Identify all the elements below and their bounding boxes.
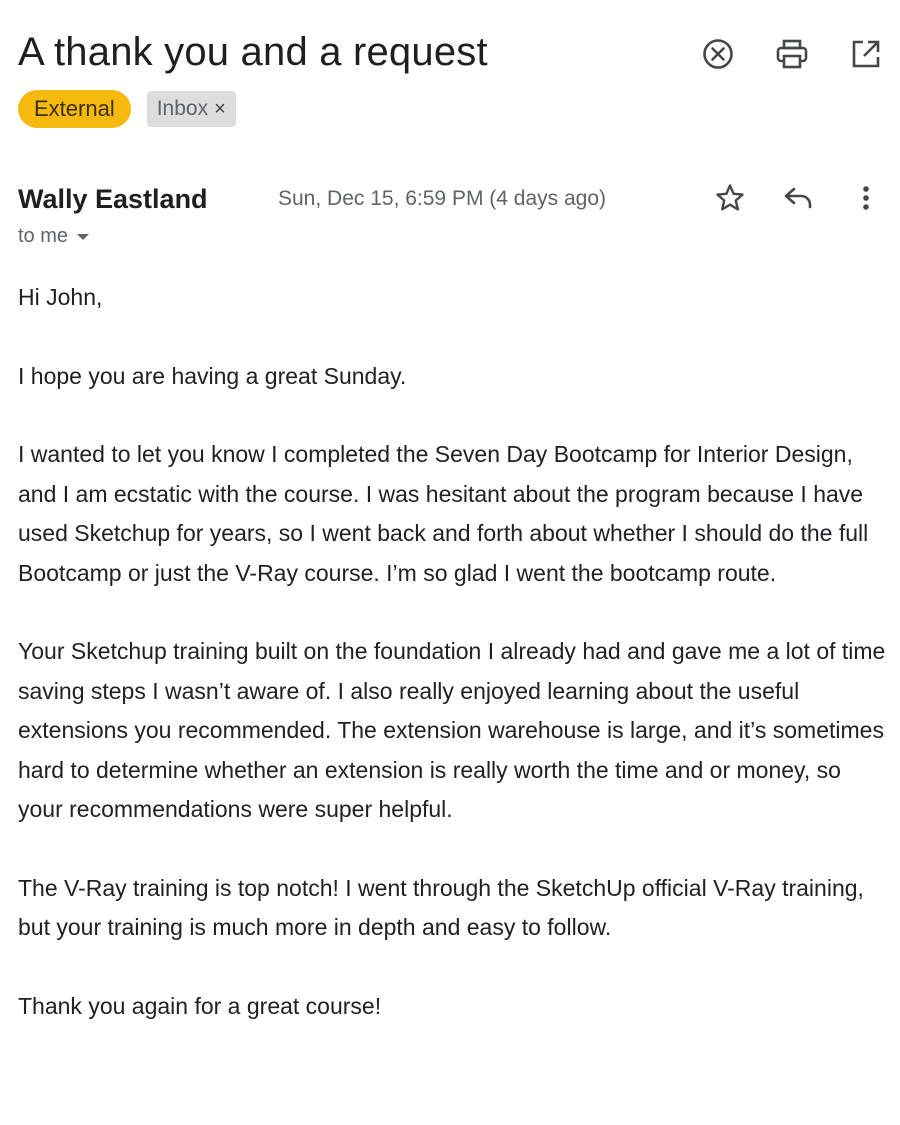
body-closing: Thank you again for a great course! (18, 992, 382, 1019)
message-actions (710, 180, 886, 216)
close-circle-icon[interactable] (698, 36, 738, 72)
email-body: Hi John, I hope you are having a great S… (18, 278, 890, 1065)
body-paragraph: I wanted to let you know I completed the… (18, 441, 869, 586)
more-vert-icon[interactable] (846, 180, 886, 216)
print-icon[interactable] (772, 36, 812, 72)
header-actions (698, 36, 886, 72)
label-inbox[interactable]: Inbox × (146, 91, 236, 127)
recipient-details[interactable]: to me (18, 225, 90, 248)
email-subject: A thank you and a request (18, 30, 488, 74)
reply-icon[interactable] (778, 180, 818, 216)
star-icon[interactable] (710, 180, 750, 216)
sender-name[interactable]: Wally Eastland (18, 180, 208, 218)
body-paragraph: The V-Ray training is top notch! I went … (18, 874, 864, 941)
message-header: Wally Eastland Sun, Dec 15, 6:59 PM (4 d… (18, 180, 886, 220)
open-in-new-window-icon[interactable] (846, 36, 886, 72)
chevron-down-icon[interactable] (76, 225, 90, 248)
label-chips: External Inbox × (18, 90, 236, 128)
recipient-label: to me (18, 225, 69, 247)
body-paragraph: I hope you are having a great Sunday. (18, 362, 407, 389)
label-inbox-text: Inbox (156, 97, 209, 120)
message-timestamp: Sun, Dec 15, 6:59 PM (4 days ago) (278, 187, 607, 210)
label-external[interactable]: External (18, 90, 131, 128)
remove-label-icon[interactable]: × (214, 91, 226, 127)
body-greeting: Hi John, (18, 284, 103, 310)
body-paragraph: Your Sketchup training built on the foun… (18, 638, 886, 822)
